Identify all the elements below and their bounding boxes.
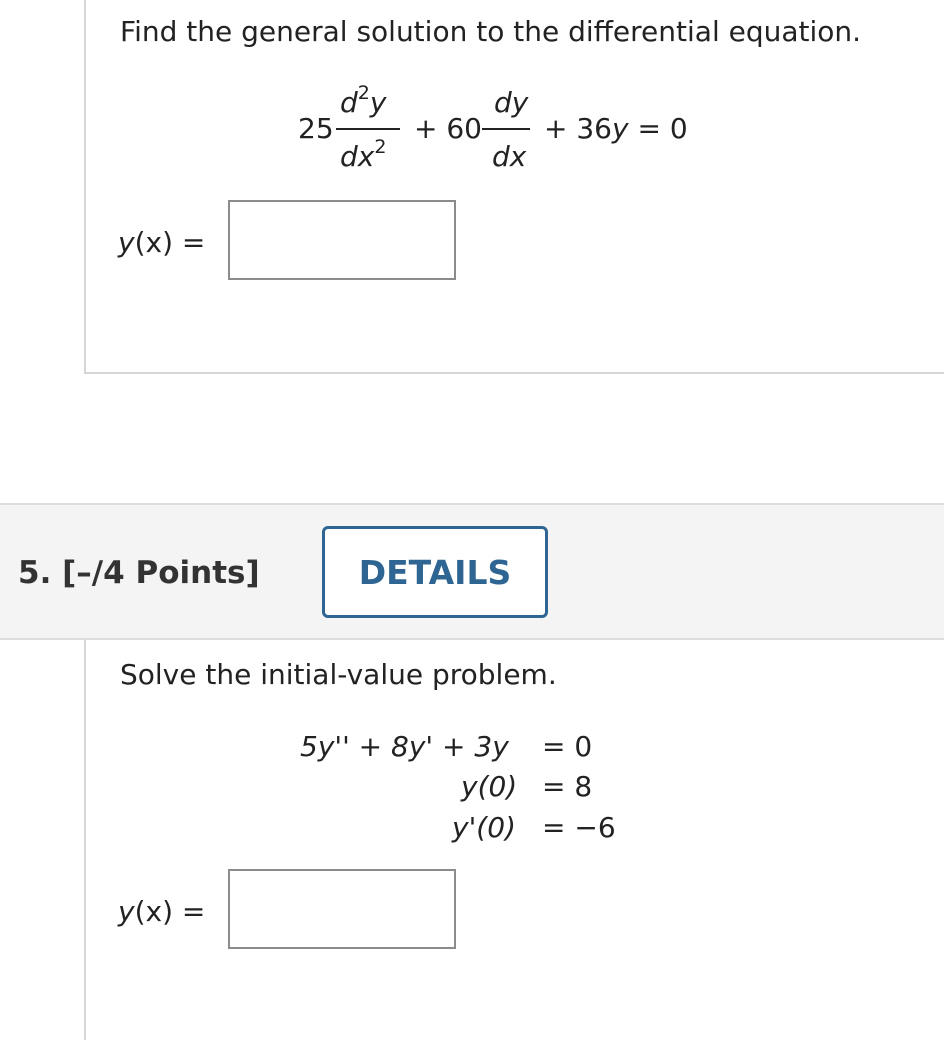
q5-answer-label: y(x) = [118,895,206,928]
q4-answer-label: y(x) = [118,226,206,259]
details-button[interactable]: DETAILS [322,526,548,618]
q4-frac1-numerator: d2y [340,82,387,119]
q4-frac2-bar [482,128,530,130]
q5-answer-input[interactable] [228,869,456,949]
q4-prompt: Find the general solution to the differe… [120,15,862,48]
q5-ic2-rhs: = −6 [542,811,616,844]
q5-ic1-lhs: y(0) [461,770,518,803]
q4-frac1-denominator: dx2 [340,136,387,173]
q5-prompt: Solve the initial-value problem. [120,658,557,691]
question-4-panel [84,0,944,374]
q4-coef-25: 25 [298,112,334,145]
q4-frac2-denominator: dx [492,140,527,173]
q4-plus-60: + 60 [414,112,482,145]
q5-ic1-rhs: = 8 [542,770,593,803]
q5-ode-lhs: 5y'' + 8y' + 3y [300,730,509,763]
q4-frac2-numerator: dy [494,86,529,119]
q4-answer-input[interactable] [228,200,456,280]
q4-frac1-bar [336,128,400,130]
q5-points-label: 5. [–/4 Points] [18,555,260,591]
q4-tail: + 36y = 0 [544,112,688,145]
q5-ic2-lhs: y'(0) [452,811,516,844]
q5-ode-rhs: = 0 [542,730,593,763]
